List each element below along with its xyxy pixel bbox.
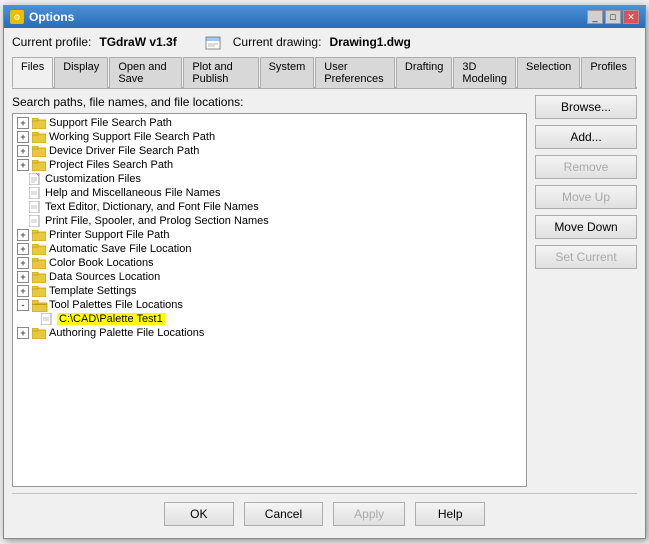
close-button[interactable]: ✕ bbox=[623, 10, 639, 24]
list-item[interactable]: + Template Settings bbox=[13, 284, 526, 298]
list-item[interactable]: + Working Support File Search Path bbox=[13, 130, 526, 144]
title-bar: ⚙ Options _ □ ✕ bbox=[4, 6, 645, 28]
tree-item-label: Printer Support File Path bbox=[49, 229, 169, 241]
doc-icon bbox=[29, 187, 42, 199]
maximize-button[interactable]: □ bbox=[605, 10, 621, 24]
tab-plot-and-publish[interactable]: Plot and Publish bbox=[183, 57, 258, 88]
expand-icon[interactable]: + bbox=[17, 257, 29, 269]
window-controls: _ □ ✕ bbox=[587, 10, 639, 24]
tree-item-label: C:\CAD\Palette Test1 bbox=[57, 313, 165, 325]
list-item[interactable]: + Support File Search Path bbox=[13, 116, 526, 130]
tree-item-label: Device Driver File Search Path bbox=[49, 145, 199, 157]
tabs-row: Files Display Open and Save Plot and Pub… bbox=[12, 56, 637, 89]
expand-icon[interactable]: - bbox=[17, 299, 29, 311]
current-profile-value: TGdraW v1.3f bbox=[99, 35, 176, 49]
drawing-icon bbox=[205, 34, 225, 50]
profile-row: Current profile: TGdraW v1.3f Current dr… bbox=[12, 34, 637, 50]
tab-files[interactable]: Files bbox=[12, 57, 53, 88]
list-item[interactable]: Print File, Spooler, and Prolog Section … bbox=[13, 214, 526, 228]
ok-button[interactable]: OK bbox=[164, 502, 234, 526]
expand-icon[interactable]: + bbox=[17, 159, 29, 171]
list-item[interactable]: + Automatic Save File Location bbox=[13, 242, 526, 256]
tree-item-label: Customization Files bbox=[45, 173, 141, 185]
help-button[interactable]: Help bbox=[415, 502, 485, 526]
cancel-button[interactable]: Cancel bbox=[244, 502, 323, 526]
expand-icon[interactable]: + bbox=[17, 229, 29, 241]
tab-system[interactable]: System bbox=[260, 57, 315, 88]
folder-icon bbox=[32, 286, 46, 297]
action-buttons-panel: Browse... Add... Remove Move Up Move Dow… bbox=[527, 95, 637, 487]
expand-icon[interactable]: + bbox=[17, 327, 29, 339]
list-item[interactable]: + Printer Support File Path bbox=[13, 228, 526, 242]
set-current-button[interactable]: Set Current bbox=[535, 245, 637, 269]
list-item[interactable]: Text Editor, Dictionary, and Font File N… bbox=[13, 200, 526, 214]
move-up-button[interactable]: Move Up bbox=[535, 185, 637, 209]
tab-profiles[interactable]: Profiles bbox=[581, 57, 636, 88]
doc-icon bbox=[29, 201, 42, 213]
folder-icon bbox=[32, 160, 46, 171]
tab-user-preferences[interactable]: User Preferences bbox=[315, 57, 395, 88]
folder-open-icon bbox=[32, 300, 46, 311]
list-item[interactable]: + Data Sources Location bbox=[13, 270, 526, 284]
tree-item-label: Tool Palettes File Locations bbox=[49, 299, 183, 311]
list-item[interactable]: Customization Files bbox=[13, 172, 526, 186]
current-drawing-value: Drawing1.dwg bbox=[329, 35, 410, 49]
tree-item-label: Help and Miscellaneous File Names bbox=[45, 187, 220, 199]
tree-item-label: Color Book Locations bbox=[49, 257, 154, 269]
current-drawing-label: Current drawing: bbox=[233, 35, 322, 49]
expand-icon[interactable]: + bbox=[17, 145, 29, 157]
tab-drafting[interactable]: Drafting bbox=[396, 57, 453, 88]
folder-icon bbox=[32, 230, 46, 241]
expand-icon[interactable]: + bbox=[17, 117, 29, 129]
list-item[interactable]: C:\CAD\Palette Test1 bbox=[13, 312, 526, 326]
folder-icon bbox=[32, 272, 46, 283]
search-paths-label: Search paths, file names, and file locat… bbox=[12, 95, 527, 109]
tree-item-label: Working Support File Search Path bbox=[49, 131, 215, 143]
doc-icon bbox=[29, 215, 42, 227]
options-dialog: ⚙ Options _ □ ✕ Current profile: TGdraW … bbox=[3, 5, 646, 539]
doc-icon bbox=[29, 173, 42, 185]
list-item[interactable]: + Device Driver File Search Path bbox=[13, 144, 526, 158]
window-title: Options bbox=[29, 10, 74, 24]
tree-container[interactable]: + Support File Search Path + Working Sup… bbox=[12, 113, 527, 487]
list-item[interactable]: - Tool Palettes File Locations bbox=[13, 298, 526, 312]
tree-item-label: Automatic Save File Location bbox=[49, 243, 191, 255]
remove-button[interactable]: Remove bbox=[535, 155, 637, 179]
folder-icon bbox=[32, 328, 46, 339]
move-down-button[interactable]: Move Down bbox=[535, 215, 637, 239]
folder-icon bbox=[32, 132, 46, 143]
bottom-bar: OK Cancel Apply Help bbox=[12, 493, 637, 530]
tab-selection[interactable]: Selection bbox=[517, 57, 580, 88]
folder-icon bbox=[32, 258, 46, 269]
tree-item-label: Support File Search Path bbox=[49, 117, 172, 129]
expand-icon[interactable]: + bbox=[17, 131, 29, 143]
folder-icon bbox=[32, 146, 46, 157]
list-item[interactable]: + Color Book Locations bbox=[13, 256, 526, 270]
list-item[interactable]: Help and Miscellaneous File Names bbox=[13, 186, 526, 200]
folder-icon bbox=[32, 244, 46, 255]
expand-icon[interactable]: + bbox=[17, 271, 29, 283]
folder-icon bbox=[32, 118, 46, 129]
add-button[interactable]: Add... bbox=[535, 125, 637, 149]
tree-item-label: Project Files Search Path bbox=[49, 159, 173, 171]
minimize-button[interactable]: _ bbox=[587, 10, 603, 24]
window-icon: ⚙ bbox=[10, 10, 24, 24]
current-profile-label: Current profile: bbox=[12, 35, 91, 49]
browse-button[interactable]: Browse... bbox=[535, 95, 637, 119]
expand-icon[interactable]: + bbox=[17, 285, 29, 297]
expand-icon[interactable]: + bbox=[17, 243, 29, 255]
tree-item-label: Data Sources Location bbox=[49, 271, 160, 283]
apply-button[interactable]: Apply bbox=[333, 502, 405, 526]
tree-item-label: Text Editor, Dictionary, and Font File N… bbox=[45, 201, 259, 213]
tree-item-label: Authoring Palette File Locations bbox=[49, 327, 204, 339]
tree-item-label: Print File, Spooler, and Prolog Section … bbox=[45, 215, 269, 227]
list-item[interactable]: + Authoring Palette File Locations bbox=[13, 326, 526, 340]
path-icon bbox=[41, 313, 54, 325]
tab-display[interactable]: Display bbox=[54, 57, 108, 88]
list-item[interactable]: + Project Files Search Path bbox=[13, 158, 526, 172]
tab-open-and-save[interactable]: Open and Save bbox=[109, 57, 182, 88]
tab-3d-modeling[interactable]: 3D Modeling bbox=[453, 57, 516, 88]
tree-item-label: Template Settings bbox=[49, 285, 136, 297]
